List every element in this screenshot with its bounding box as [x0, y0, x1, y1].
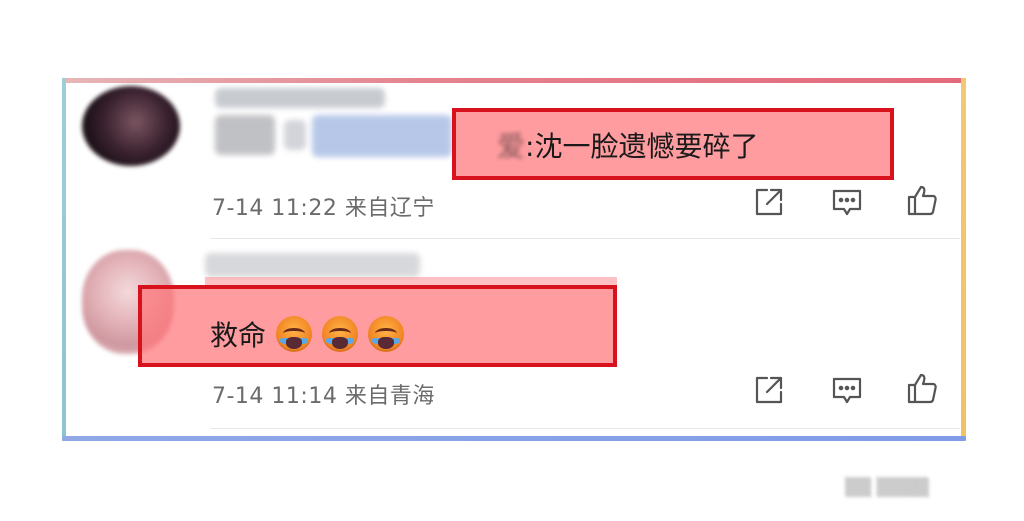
comment-time: 7-14 11:22	[212, 196, 338, 221]
crying-face-icon	[368, 316, 405, 352]
blurred-at-sign	[284, 120, 306, 150]
comment-time: 7-14 11:14	[212, 384, 338, 409]
thumbs-up-icon[interactable]	[905, 371, 939, 405]
comment-location: 来自辽宁	[344, 196, 435, 221]
comment-text: 爱:沈一脸遗憾要碎了	[497, 125, 758, 165]
comment-location: 来自青海	[344, 384, 435, 409]
comment-icon[interactable]	[830, 373, 864, 407]
thumbs-up-icon[interactable]	[905, 183, 939, 217]
frame-left-border	[62, 78, 66, 441]
comment-text-body: :沈一脸遗憾要碎了	[525, 130, 759, 163]
comment-meta: 7-14 11:14 来自青海	[212, 378, 435, 410]
comment-text-prefix: 爱	[497, 130, 526, 163]
frame-bottom-border	[62, 436, 966, 441]
frame-top-border	[62, 78, 966, 83]
watermark: ▒▒ ▒▒▒▒	[845, 478, 929, 498]
crying-face-icon	[322, 316, 359, 352]
blurred-mention	[312, 115, 452, 157]
comment-meta: 7-14 11:22 来自辽宁	[212, 190, 435, 222]
frame-right-border	[961, 78, 966, 441]
comment-text-body: 救命	[210, 319, 267, 352]
divider	[210, 428, 960, 429]
blurred-username	[205, 253, 420, 277]
avatar[interactable]	[82, 86, 180, 166]
share-icon[interactable]	[752, 373, 786, 407]
blurred-reply-prefix	[215, 115, 275, 155]
blurred-username	[215, 88, 385, 108]
crying-face-icon	[276, 316, 313, 352]
comment-text: 救命	[210, 314, 405, 354]
divider	[210, 238, 960, 239]
comment-icon[interactable]	[830, 185, 864, 219]
share-icon[interactable]	[752, 185, 786, 219]
